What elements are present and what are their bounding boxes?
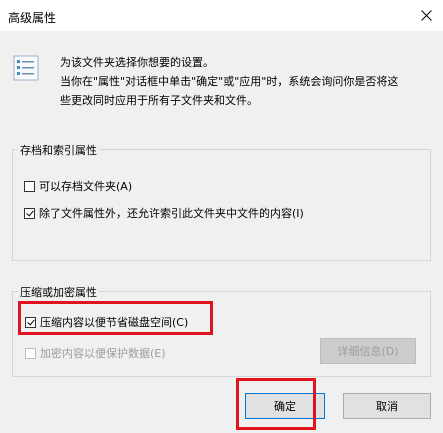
compress-checkbox-row[interactable]: 压缩内容以便节省磁盘空间(C) [25, 314, 188, 330]
intro-line-2: 当你在"属性"对话框中单击"确定"或"应用"时，系统会询问你是否将这 [60, 75, 399, 88]
archive-checkbox-row[interactable]: 可以存档文件夹(A) [24, 178, 132, 194]
encrypt-checkbox-label[interactable]: 加密内容以便保护数据(E) [40, 345, 166, 361]
compress-checkbox[interactable] [25, 316, 36, 328]
index-checkbox[interactable] [24, 207, 35, 219]
intro-text: 为该文件夹选择你想要的设置。 当你在"属性"对话框中单击"确定"或"应用"时，系… [60, 53, 430, 110]
details-button[interactable]: 详细信息(D) [320, 338, 416, 364]
advanced-attributes-dialog: 高级属性 为该文件夹选择你想要的设置。 当你在"属性"对话框中单击"确定"或"应… [0, 0, 443, 433]
cancel-button[interactable]: 取消 [343, 393, 431, 419]
intro-line-3: 些更改同时应用于所有子文件夹和文件。 [60, 94, 258, 107]
intro-line-1: 为该文件夹选择你想要的设置。 [60, 56, 214, 69]
encrypt-checkbox-row[interactable]: 加密内容以便保护数据(E) [25, 345, 166, 361]
compress-group-title: 压缩或加密属性 [18, 284, 99, 300]
close-button[interactable] [409, 0, 443, 31]
compress-checkbox-label[interactable]: 压缩内容以便节省磁盘空间(C) [40, 314, 188, 330]
encrypt-checkbox[interactable] [25, 347, 36, 359]
window-title: 高级属性 [8, 11, 57, 25]
archive-checkbox-label[interactable]: 可以存档文件夹(A) [39, 178, 132, 194]
close-icon [420, 10, 432, 21]
archive-group-title: 存档和索引属性 [18, 142, 99, 158]
archive-checkbox[interactable] [24, 180, 35, 192]
index-checkbox-label[interactable]: 除了文件属性外，还允许索引此文件夹中文件的内容(I) [39, 205, 304, 221]
index-checkbox-row[interactable]: 除了文件属性外，还允许索引此文件夹中文件的内容(I) [24, 205, 304, 221]
title-bar: 高级属性 [0, 0, 443, 31]
ok-button[interactable]: 确定 [245, 393, 325, 419]
settings-list-icon [13, 55, 39, 81]
compress-encrypt-group [12, 291, 431, 377]
